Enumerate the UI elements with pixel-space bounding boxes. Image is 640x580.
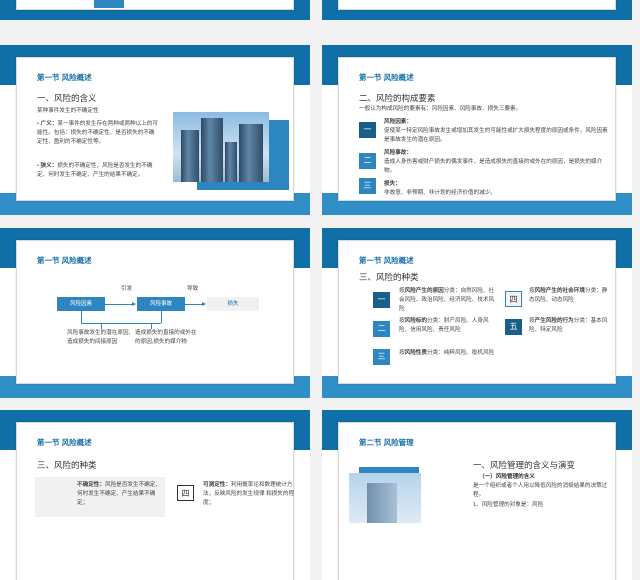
item-narrow: • 狭义：损失的不确定性，风险是否发生的不确定、何时发生不确定、产生的结果不确定… bbox=[37, 163, 153, 178]
flow-risk-factor: 风险因素 bbox=[57, 297, 105, 311]
subheading: （一）风险管理的含义 bbox=[479, 474, 535, 480]
accent-block bbox=[94, 0, 124, 8]
subtitle: 某种事件发生的不确定性 bbox=[37, 108, 99, 114]
item-broad: • 广义：某一事件的发生存在两种或两种以上的可能性。包括：损失的不确定性、是否损… bbox=[37, 121, 159, 145]
type-by-cause: 按风险产生的原因分类：自然风险、社会风险、政治风险、经济风险、技术风险 bbox=[399, 288, 495, 312]
note-risk-factor: 风险事故发生的潜在原因,造成损失的间接原因 bbox=[67, 330, 131, 345]
connector bbox=[81, 311, 82, 323]
definition: 是一个组织或者个人用以降低风险的消极结果的决策过程。 bbox=[473, 483, 608, 498]
section-title: 第一节 风险概述 bbox=[37, 73, 92, 82]
heading: 三、风险的种类 bbox=[37, 460, 97, 470]
slide-partial-top-right[interactable] bbox=[322, 0, 632, 20]
number-badge-4: 四 bbox=[505, 291, 522, 307]
measurability-text: 可测定性：利用概率论和数理统计方法，反映风险的发生规律 和损失的程度； bbox=[203, 482, 295, 506]
slide-risk-elements[interactable]: 第一节 风险概述 二、风险的构成要素 一般认为构成风险的要素有：风险因素、风险事… bbox=[322, 45, 632, 215]
flow-arrow-2 bbox=[185, 302, 206, 306]
heading: 三、风险的种类 bbox=[359, 272, 419, 282]
slide-risk-characteristics[interactable]: 第一节 风险概述 三、风险的种类 不确定性：风险是否发生不确定、何时发生不确定、… bbox=[0, 410, 310, 580]
uncertainty-text: 不确定性：风险是否发生不确定、何时发生不确定、产生结果不确定； bbox=[77, 482, 161, 506]
building-photo bbox=[349, 473, 421, 523]
number-badge-2: 二 bbox=[359, 153, 376, 169]
heading: 二、风险的构成要素 bbox=[359, 93, 436, 103]
element-risk-factor: 风险因素： 促使某一特定风险事故发生或增加其发生的可能性或扩大损失程度的原因或条件… bbox=[384, 119, 608, 143]
number-badge-2: 二 bbox=[373, 321, 390, 337]
section-title: 第一节 风险概述 bbox=[37, 256, 92, 265]
city-building-photo bbox=[173, 112, 269, 182]
number-badge-3: 三 bbox=[373, 349, 390, 365]
type-by-nature: 按风险性质分类：纯粹风险、投机风险 bbox=[399, 350, 495, 356]
arrow-label-trigger: 引发 bbox=[121, 286, 133, 292]
number-badge-1: 一 bbox=[359, 122, 376, 138]
arrow-label-cause: 导致 bbox=[187, 286, 199, 292]
slide-risk-types[interactable]: 第一节 风险概述 三、风险的种类 一 按风险产生的原因分类：自然风险、社会风险、… bbox=[322, 228, 632, 398]
number-badge-5: 五 bbox=[505, 319, 522, 335]
flow-risk-accident: 风险事故 bbox=[137, 297, 185, 311]
element-loss: 损失： 非故意、非预期、非计划的经济价值的减少。 bbox=[384, 181, 496, 196]
section-title: 第一节 风险概述 bbox=[359, 256, 414, 265]
heading: 一、风险管理的含义与演变 bbox=[473, 460, 576, 470]
slide-risk-meaning[interactable]: 第一节 风险概述 一、风险的含义 某种事件发生的不确定性 • 广义：某一事件的发… bbox=[0, 45, 310, 215]
note-risk-accident: 造成损失的直接的或外在的原因,损失的媒介物 bbox=[135, 330, 197, 345]
type-by-social-env: 按风险产生的社会环境分类：静态风险、动态风险 bbox=[529, 288, 608, 303]
type-by-behavior: 按产生风险的行为分类：基本风险、特定风险 bbox=[529, 318, 608, 333]
slide-risk-management[interactable]: 第二节 风险管理 一、风险管理的含义与演变 （一）风险管理的含义 是一个组织或者… bbox=[322, 410, 632, 580]
connector bbox=[161, 311, 162, 323]
intro: 一般认为构成风险的要素有：风险因素、风险事故、损失三要素。 bbox=[359, 106, 522, 112]
section-title: 第二节 风险管理 bbox=[359, 438, 414, 447]
slide-partial-top-left[interactable] bbox=[0, 0, 310, 20]
section-title: 第一节 风险概述 bbox=[37, 438, 92, 447]
heading: 一、风险的含义 bbox=[37, 93, 97, 103]
flow-arrow-1 bbox=[105, 302, 136, 306]
slide-risk-flow[interactable]: 第一节 风险概述 引发 导致 风险因素 风险事故 损失 风险事故发生的潜在原因,… bbox=[0, 228, 310, 398]
number-badge-3: 三 bbox=[359, 178, 376, 194]
section-title: 第一节 风险概述 bbox=[359, 73, 414, 82]
connector bbox=[81, 323, 161, 324]
type-by-subject: 按风险标的分类：财产风险、人身风险、信用风险、责任风险 bbox=[399, 318, 489, 333]
number-badge-4: 四 bbox=[177, 485, 194, 501]
point-1: 1、风险管理的对象是：风险 bbox=[473, 502, 544, 508]
flow-loss: 损失 bbox=[207, 297, 259, 311]
element-risk-accident: 风险事故： 造成人身伤害或财产损失的偶发事件，是造成损失的直接的或外在的原因，是损… bbox=[384, 150, 603, 174]
number-badge-1: 一 bbox=[373, 292, 390, 308]
